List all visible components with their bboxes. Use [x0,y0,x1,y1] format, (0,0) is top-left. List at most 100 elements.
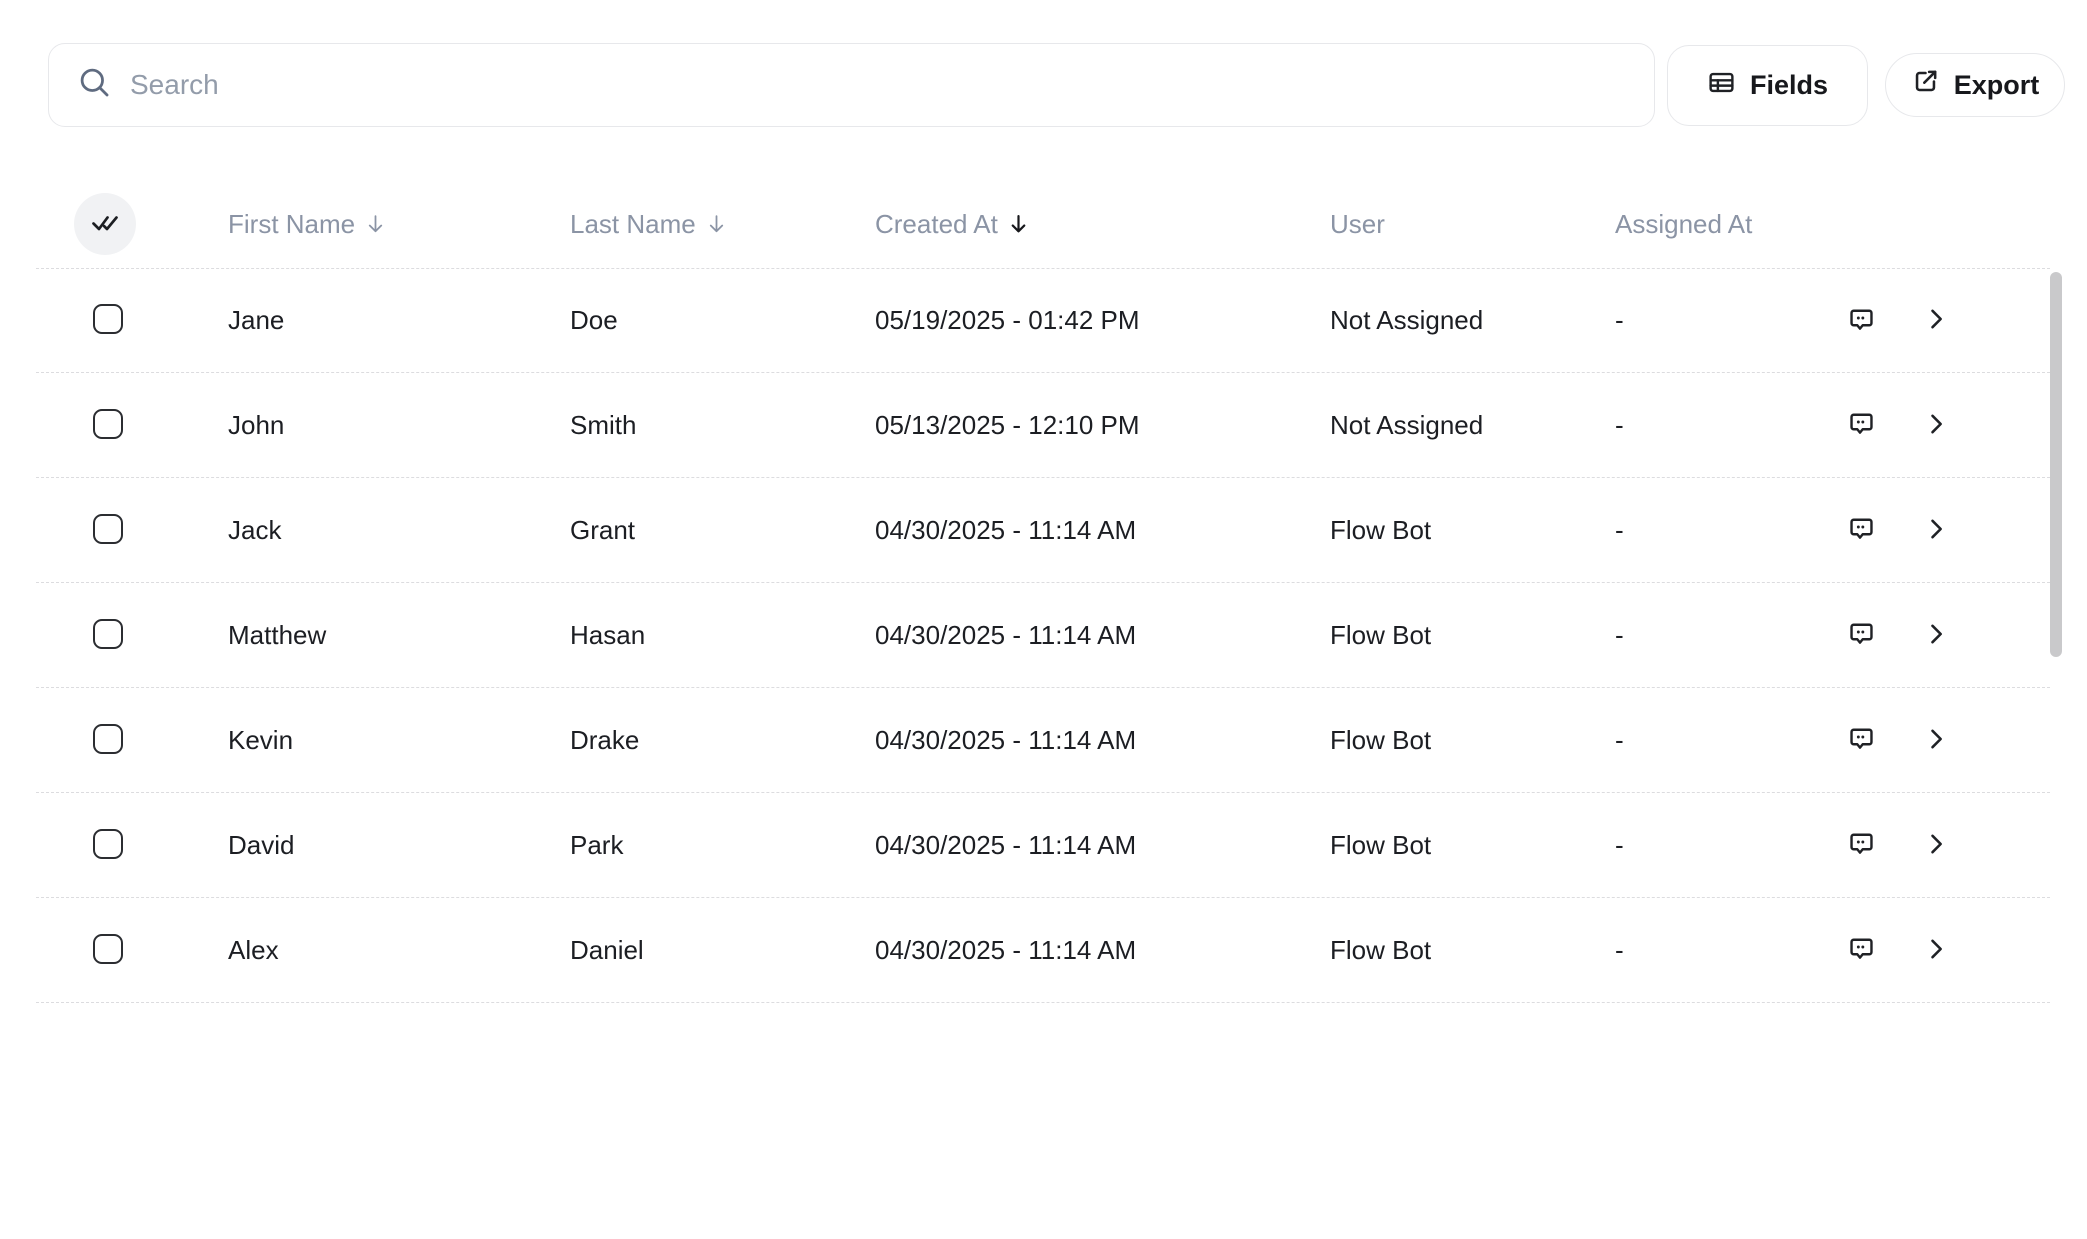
chat-bubble-icon [1847,934,1876,966]
open-row-button[interactable] [1922,515,1950,546]
assigned-at-cell: - [1615,725,1825,756]
table-fields-icon [1707,68,1736,104]
chevron-right-icon [1922,620,1950,651]
first-name-cell: Kevin [228,725,570,756]
user-cell: Not Assigned [1330,305,1615,336]
first-name-cell: David [228,830,570,861]
first-name-cell: Alex [228,935,570,966]
open-row-button[interactable] [1922,620,1950,651]
table-row[interactable]: Matthew Hasan 04/30/2025 - 11:14 AM Flow… [36,583,2050,688]
created-at-cell: 05/13/2025 - 12:10 PM [875,410,1330,441]
fields-button-label: Fields [1750,70,1828,101]
last-name-cell: Hasan [570,620,875,651]
sort-arrow-icon [1008,213,1029,236]
user-cell: Flow Bot [1330,830,1615,861]
open-row-button[interactable] [1922,410,1950,441]
select-all-button[interactable] [74,193,136,255]
row-select-cell [36,934,228,967]
external-link-icon [1911,67,1940,103]
column-header-created_at[interactable]: Created At [875,209,1330,240]
row-checkbox[interactable] [93,409,123,439]
search-input[interactable] [130,69,1654,101]
row-select-cell [36,514,228,547]
created-at-cell: 05/19/2025 - 01:42 PM [875,305,1330,336]
table-row[interactable]: Alex Daniel 04/30/2025 - 11:14 AM Flow B… [36,898,2050,1003]
last-name-cell: Daniel [570,935,875,966]
chat-button[interactable] [1847,829,1876,861]
open-row-button[interactable] [1922,725,1950,756]
chat-button[interactable] [1847,619,1876,651]
row-actions [1825,619,2050,651]
chat-bubble-icon [1847,514,1876,546]
column-header-assigned_at[interactable]: Assigned At [1615,209,1825,240]
user-cell: Flow Bot [1330,620,1615,651]
created-at-cell: 04/30/2025 - 11:14 AM [875,935,1330,966]
last-name-cell: Smith [570,410,875,441]
column-header-label: Last Name [570,209,696,240]
row-select-cell [36,619,228,652]
column-header-first_name[interactable]: First Name [228,209,570,240]
row-checkbox[interactable] [93,514,123,544]
chat-button[interactable] [1847,934,1876,966]
row-actions [1825,305,2050,337]
row-checkbox[interactable] [93,829,123,859]
search-icon [77,65,112,105]
chevron-right-icon [1922,830,1950,861]
row-checkbox[interactable] [93,724,123,754]
chat-bubble-icon [1847,409,1876,441]
chat-bubble-icon [1847,619,1876,651]
created-at-cell: 04/30/2025 - 11:14 AM [875,515,1330,546]
created-at-cell: 04/30/2025 - 11:14 AM [875,830,1330,861]
row-select-cell [36,304,228,337]
chat-button[interactable] [1847,724,1876,756]
row-select-cell [36,724,228,757]
row-actions [1825,724,2050,756]
row-checkbox[interactable] [93,619,123,649]
column-header-label: Assigned At [1615,209,1752,240]
chevron-right-icon [1922,935,1950,966]
open-row-button[interactable] [1922,830,1950,861]
last-name-cell: Drake [570,725,875,756]
double-check-icon [91,213,119,236]
row-actions [1825,829,2050,861]
sort-arrow-icon [706,213,727,236]
chevron-right-icon [1922,410,1950,441]
last-name-cell: Grant [570,515,875,546]
export-button[interactable]: Export [1885,53,2065,117]
assigned-at-cell: - [1615,830,1825,861]
column-header-user[interactable]: User [1330,209,1615,240]
table-row[interactable]: Jack Grant 04/30/2025 - 11:14 AM Flow Bo… [36,478,2050,583]
column-header-label: Created At [875,209,998,240]
last-name-cell: Doe [570,305,875,336]
column-header-last_name[interactable]: Last Name [570,209,875,240]
created-at-cell: 04/30/2025 - 11:14 AM [875,725,1330,756]
row-checkbox[interactable] [93,304,123,334]
chat-bubble-icon [1847,724,1876,756]
first-name-cell: Jack [228,515,570,546]
table-row[interactable]: Kevin Drake 04/30/2025 - 11:14 AM Flow B… [36,688,2050,793]
assigned-at-cell: - [1615,410,1825,441]
chat-button[interactable] [1847,514,1876,546]
records-table: First Name Last Name Created At User Ass… [36,150,2050,1003]
user-cell: Flow Bot [1330,935,1615,966]
assigned-at-cell: - [1615,620,1825,651]
fields-button[interactable]: Fields [1667,45,1868,126]
chat-button[interactable] [1847,409,1876,441]
chat-button[interactable] [1847,305,1876,337]
table-row[interactable]: Jane Doe 05/19/2025 - 01:42 PM Not Assig… [36,268,2050,373]
created-at-cell: 04/30/2025 - 11:14 AM [875,620,1330,651]
open-row-button[interactable] [1922,305,1950,336]
chevron-right-icon [1922,515,1950,546]
user-cell: Not Assigned [1330,410,1615,441]
export-button-label: Export [1954,70,2040,101]
user-cell: Flow Bot [1330,725,1615,756]
table-header-row: First Name Last Name Created At User Ass… [36,150,2050,268]
first-name-cell: John [228,410,570,441]
table-row[interactable]: David Park 04/30/2025 - 11:14 AM Flow Bo… [36,793,2050,898]
open-row-button[interactable] [1922,935,1950,966]
table-row[interactable]: John Smith 05/13/2025 - 12:10 PM Not Ass… [36,373,2050,478]
row-checkbox[interactable] [93,934,123,964]
vertical-scrollbar-thumb[interactable] [2050,272,2062,657]
first-name-cell: Matthew [228,620,570,651]
sort-arrow-icon [365,213,386,236]
